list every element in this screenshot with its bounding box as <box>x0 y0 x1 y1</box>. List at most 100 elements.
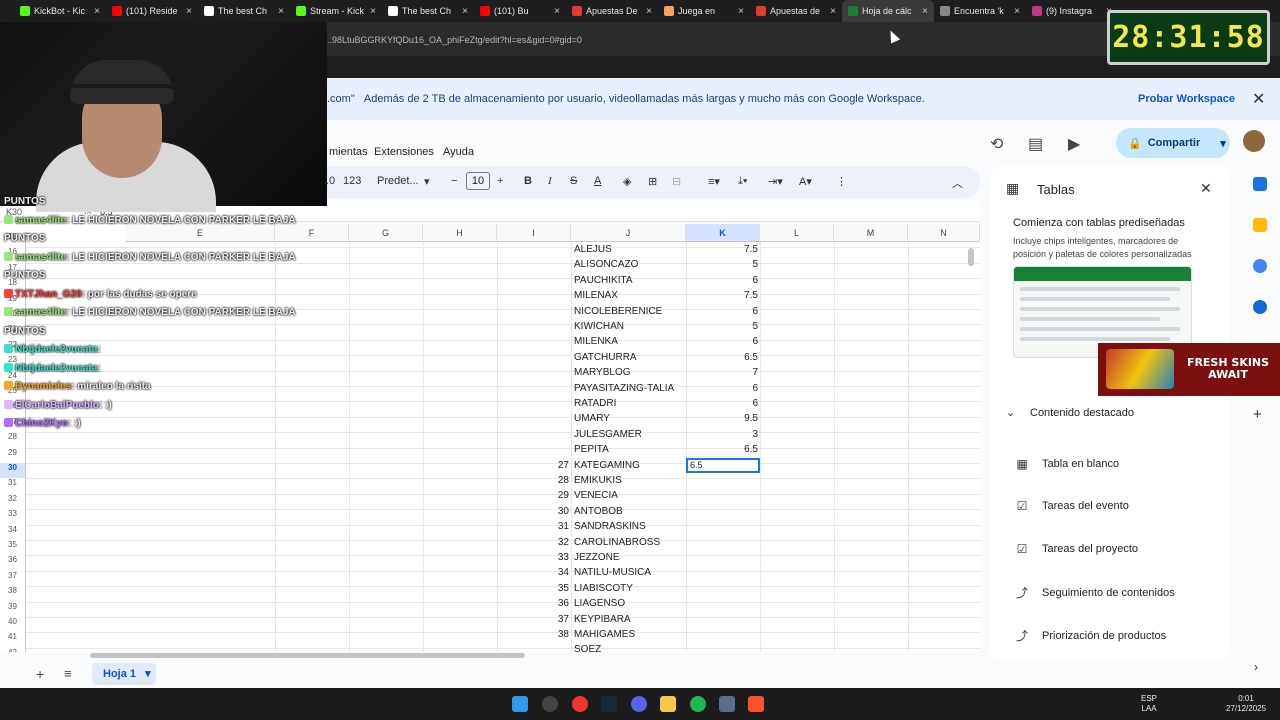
strikethrough-icon[interactable]: S <box>570 175 577 187</box>
collapse-toolbar-icon[interactable]: ︿ <box>952 175 963 191</box>
language-indicator[interactable]: ESP LAA <box>1141 694 1157 714</box>
cell-name[interactable]: RATADRI <box>574 396 616 411</box>
font-size-input[interactable]: 10 <box>466 172 490 190</box>
column-header[interactable]: I <box>497 224 571 242</box>
close-tab-icon[interactable]: × <box>462 6 468 17</box>
row-header[interactable]: 30 <box>0 463 26 479</box>
cell-score[interactable]: 6.5 <box>686 350 758 365</box>
column-header[interactable]: G <box>349 224 423 242</box>
cell-name[interactable]: SOEZ <box>574 642 601 652</box>
cell-name[interactable]: KATEGAMING <box>574 458 640 473</box>
browser-tab[interactable]: Hoja de cálc × <box>842 0 934 22</box>
cell-name[interactable]: ANTOBOB <box>574 504 623 519</box>
row-header[interactable]: 35 <box>0 540 26 556</box>
cell-name[interactable]: PAUCHIKITA <box>574 273 633 288</box>
row-header[interactable]: 33 <box>0 509 26 525</box>
fill-color-icon[interactable]: ◈ <box>623 175 631 188</box>
close-tab-icon[interactable]: × <box>830 6 836 17</box>
browser-tab[interactable]: Apuestas de × <box>750 0 842 22</box>
column-header[interactable]: L <box>760 224 834 242</box>
cell-index[interactable]: 36 <box>540 596 569 611</box>
cell-name[interactable]: LIABISCOTY <box>574 581 633 596</box>
cell-index[interactable]: 33 <box>540 550 569 565</box>
cell-score[interactable]: 7.5 <box>686 242 758 257</box>
template-item[interactable]: ⤴ Priorización de productos <box>1014 627 1166 644</box>
discord-icon[interactable] <box>631 696 647 712</box>
clock[interactable]: 0:01 27/12/2025 <box>1226 694 1266 714</box>
add-sheet-button[interactable]: + <box>36 666 44 682</box>
keep-icon[interactable] <box>1253 218 1267 232</box>
cell-name[interactable]: CAROLINABROSS <box>574 535 660 550</box>
template-item[interactable]: ☑ Tareas del evento <box>1014 499 1129 513</box>
format-number-button[interactable]: 123 <box>343 175 361 187</box>
cell-index[interactable]: 30 <box>540 504 569 519</box>
cell-name[interactable]: PEPITA <box>574 442 609 457</box>
close-tab-icon[interactable]: × <box>646 6 652 17</box>
cell-name[interactable]: MAHIGAMES <box>574 627 635 642</box>
app-icon[interactable] <box>542 696 558 712</box>
chevron-down-icon[interactable]: ⌄ <box>1006 406 1015 419</box>
close-banner-icon[interactable]: ✕ <box>1252 89 1265 109</box>
horizontal-scrollbar[interactable] <box>90 653 525 658</box>
column-header[interactable]: M <box>834 224 908 242</box>
cell-score[interactable]: 5 <box>686 257 758 272</box>
column-header[interactable]: J <box>571 224 686 242</box>
brave-icon[interactable] <box>748 696 764 712</box>
close-tab-icon[interactable]: × <box>922 6 928 17</box>
menu-help[interactable]: Ayuda <box>443 146 474 158</box>
row-header[interactable]: 32 <box>0 493 26 510</box>
cell-score[interactable]: 7 <box>686 365 758 380</box>
browser-tab[interactable]: KickBot - Kic × <box>14 0 106 22</box>
browser-tab[interactable]: (9) Instagra× <box>1026 0 1118 22</box>
cell-score[interactable]: 6.5 <box>686 442 758 457</box>
vertical-scrollbar[interactable] <box>968 248 974 266</box>
cell-score[interactable]: 6 <box>686 334 758 349</box>
cell-score[interactable]: 6 <box>686 381 758 396</box>
history-icon[interactable]: ⟲ <box>990 134 1003 154</box>
cell-index[interactable]: 31 <box>540 519 569 534</box>
column-header[interactable]: K <box>686 224 760 242</box>
close-tab-icon[interactable]: × <box>1014 6 1020 17</box>
cell-index[interactable]: 37 <box>540 612 569 627</box>
meet-icon[interactable]: ▶ <box>1068 134 1080 154</box>
italic-button[interactable]: I <box>548 175 552 187</box>
row-header[interactable]: 29 <box>0 447 26 463</box>
cell-name[interactable]: NICOLEBERENICE <box>574 304 662 319</box>
cell-score[interactable]: 9.5 <box>686 411 758 426</box>
menu-tools[interactable]: mientas <box>329 146 368 158</box>
chevron-right-icon[interactable]: › <box>1254 660 1258 674</box>
chevron-down-icon[interactable]: ▾ <box>424 175 430 188</box>
all-sheets-button[interactable]: ≡ <box>64 666 72 681</box>
browser-tab[interactable]: (101) Reside × <box>106 0 198 22</box>
decimal-icon[interactable]: .0 <box>326 175 335 187</box>
windows-start-icon[interactable] <box>512 696 528 712</box>
font-increase-icon[interactable]: + <box>497 175 503 187</box>
rotate-text-icon[interactable]: A▾ <box>799 175 812 188</box>
align-icon[interactable]: ≡▾ <box>708 175 720 188</box>
more-options-icon[interactable]: ⋮ <box>836 175 847 188</box>
spotify-icon[interactable] <box>690 696 706 712</box>
cell-score[interactable]: 3 <box>686 427 758 442</box>
bold-button[interactable]: B <box>524 175 532 187</box>
cell-name[interactable]: MARYBLOG <box>574 365 631 380</box>
contacts-icon[interactable] <box>1253 300 1267 314</box>
browser-tab[interactable]: Apuestas De × <box>566 0 658 22</box>
menu-extensions[interactable]: Extensiones <box>374 146 434 158</box>
merge-icon[interactable]: ⊟ <box>672 175 681 188</box>
cell-score[interactable]: 7.5 <box>686 288 758 303</box>
column-header[interactable]: H <box>423 224 497 242</box>
close-tab-icon[interactable]: × <box>738 6 744 17</box>
cell-name[interactable]: GATCHURRA <box>574 350 637 365</box>
chrome-icon[interactable] <box>572 696 588 712</box>
featured-section-title[interactable]: Contenido destacado <box>1030 407 1134 419</box>
text-color-icon[interactable]: A <box>594 175 601 187</box>
font-decrease-icon[interactable]: − <box>451 175 457 187</box>
template-item[interactable]: ⤴ Seguimiento de contenidos <box>1014 584 1175 601</box>
browser-tab[interactable]: Juega en × <box>658 0 750 22</box>
calendar-icon[interactable] <box>1253 177 1267 191</box>
borders-icon[interactable]: ⊞ <box>648 175 657 188</box>
valign-icon[interactable]: ⤓▾ <box>738 175 747 188</box>
plus-icon[interactable]: + <box>1253 406 1262 423</box>
try-workspace-button[interactable]: Probar Workspace <box>1138 93 1235 105</box>
cell-name[interactable]: PAYASITAZING-TALIA <box>574 381 674 396</box>
